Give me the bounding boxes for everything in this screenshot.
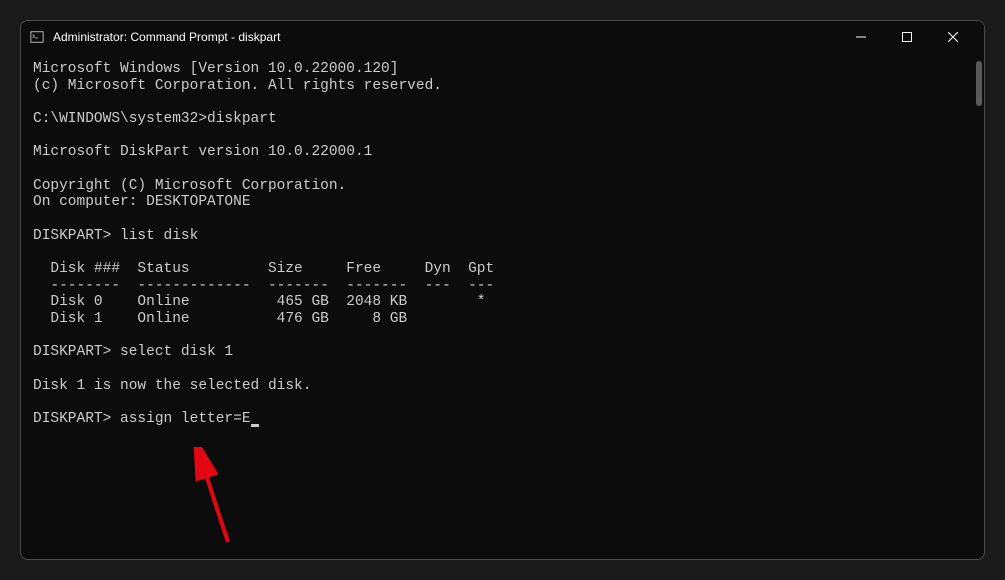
terminal-output[interactable]: Microsoft Windows [Version 10.0.22000.12… bbox=[21, 53, 984, 559]
command-prompt-window: Administrator: Command Prompt - diskpart… bbox=[20, 20, 985, 560]
terminal-text: Microsoft Windows [Version 10.0.22000.12… bbox=[33, 61, 494, 427]
app-icon bbox=[29, 29, 45, 45]
maximize-button[interactable] bbox=[884, 21, 930, 53]
scrollbar-thumb[interactable] bbox=[976, 61, 982, 106]
window-controls bbox=[838, 21, 976, 53]
titlebar[interactable]: Administrator: Command Prompt - diskpart bbox=[21, 21, 984, 53]
text-cursor bbox=[251, 424, 259, 427]
close-button[interactable] bbox=[930, 21, 976, 53]
minimize-button[interactable] bbox=[838, 21, 884, 53]
window-title: Administrator: Command Prompt - diskpart bbox=[53, 30, 838, 44]
